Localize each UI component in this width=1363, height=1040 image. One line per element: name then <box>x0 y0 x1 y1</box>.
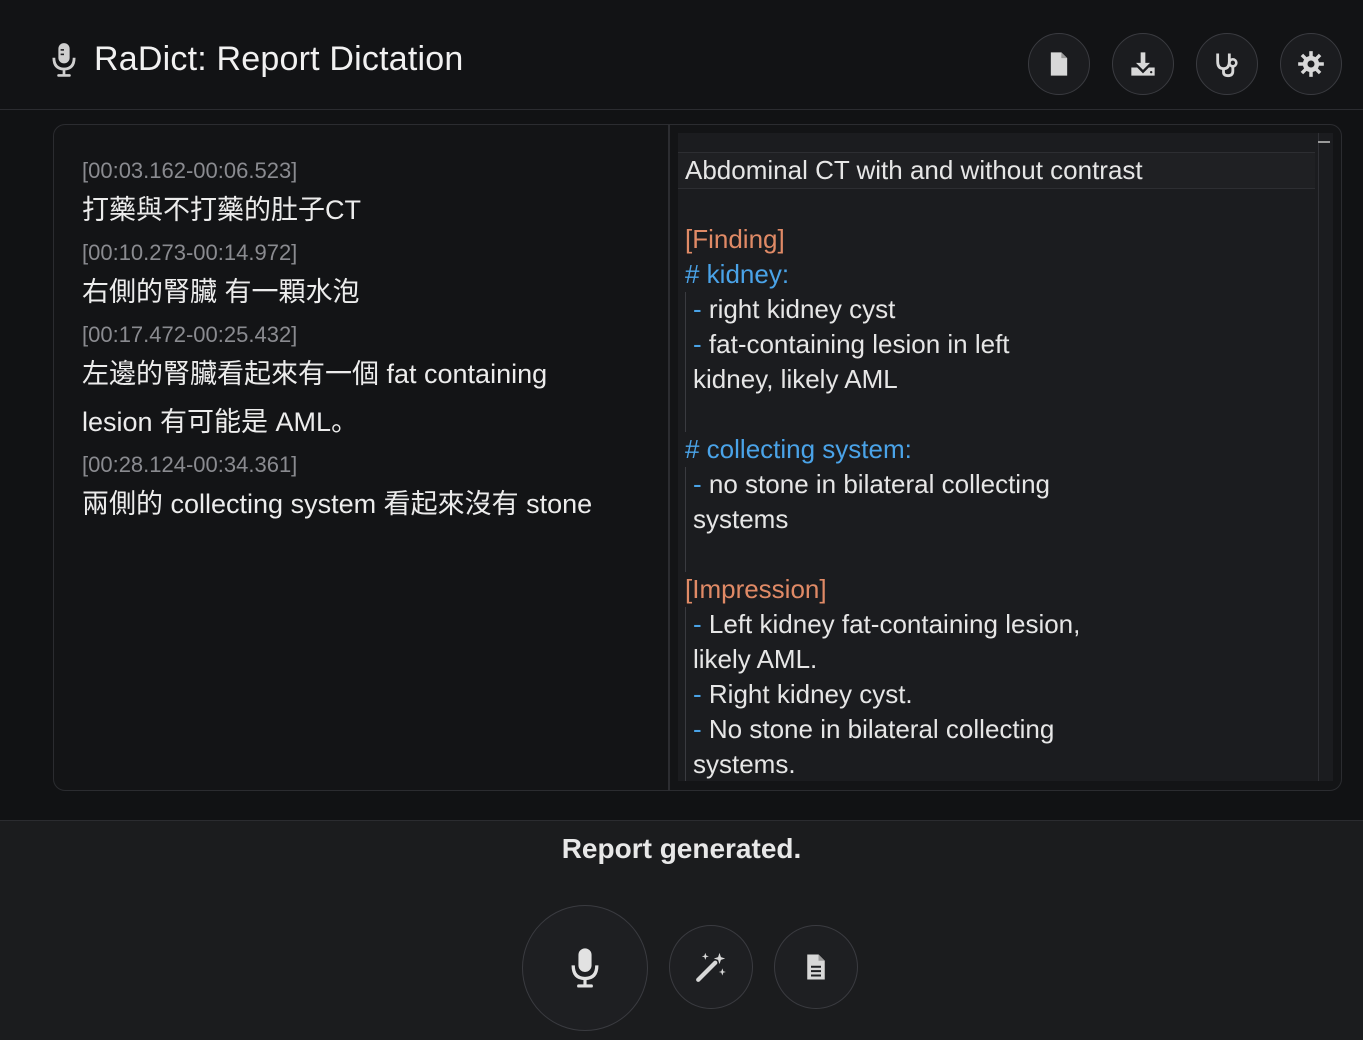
report-list-item[interactable]: - No stone in bilateral collecting <box>693 712 1054 747</box>
transcript-text: 兩側的 collecting system 看起來沒有 stone <box>82 489 593 519</box>
stethoscope-icon <box>1216 53 1238 78</box>
settings-button[interactable] <box>1280 33 1342 95</box>
report-list-item-continued[interactable]: systems <box>693 502 788 537</box>
report-button[interactable] <box>774 925 858 1009</box>
report-list-item-continued[interactable]: likely AML. <box>693 642 817 677</box>
report-list-item-continued[interactable]: systems. <box>693 747 796 781</box>
status-text: Report generated. <box>561 833 802 864</box>
report-list-item[interactable]: - fat-containing lesion in left <box>693 327 1010 362</box>
document-icon <box>1050 52 1068 76</box>
pane-divider[interactable] <box>668 124 670 791</box>
transcript-text-continued: lesion 有可能是 AML。 <box>82 407 359 437</box>
transcript-timestamp: [00:10.273-00:14.972] <box>82 240 298 265</box>
impression-heading[interactable]: [Impression] <box>685 572 827 607</box>
stethoscope-button[interactable] <box>1196 33 1258 95</box>
report-editor[interactable]: Abdominal CT with and without contrast [… <box>678 133 1333 781</box>
transcript-timestamp: [00:28.124-00:34.361] <box>82 452 298 477</box>
download-button[interactable] <box>1112 33 1174 95</box>
magic-wand-icon <box>696 952 726 982</box>
finding-heading[interactable]: [Finding] <box>685 222 785 257</box>
report-list-item[interactable]: - Left kidney fat-containing lesion, <box>693 607 1080 642</box>
page-title: RaDict: Report Dictation <box>94 40 464 78</box>
generate-button[interactable] <box>669 925 753 1009</box>
transcript-timestamp: [00:03.162-00:06.523] <box>82 158 298 183</box>
report-list-item[interactable]: - no stone in bilateral collecting <box>693 467 1050 502</box>
download-icon <box>1131 52 1155 76</box>
microphone-icon <box>52 42 76 77</box>
microphone-icon <box>571 948 599 988</box>
record-button[interactable] <box>522 905 648 1031</box>
app-header: RaDict: Report Dictation <box>0 0 1363 110</box>
transcript-timestamp: [00:17.472-00:25.432] <box>82 322 298 347</box>
settings-icon <box>1298 51 1324 77</box>
report-list-item[interactable]: - Right kidney cyst. <box>693 677 913 712</box>
scrollbar-thumb[interactable] <box>1318 141 1330 143</box>
report-icon <box>807 954 825 980</box>
report-list-item-continued[interactable]: kidney, likely AML <box>693 362 898 397</box>
title-area: RaDict: Report Dictation <box>50 40 464 79</box>
indent-guide <box>685 607 686 781</box>
report-exam-line[interactable]: Abdominal CT with and without contrast <box>678 152 1315 189</box>
new-document-button[interactable] <box>1028 33 1090 95</box>
transcript-text: 左邊的腎臟看起來有一個 fat containing <box>82 359 548 389</box>
collecting-system-heading[interactable]: # collecting system: <box>685 432 912 467</box>
report-list-item[interactable]: - right kidney cyst <box>693 292 895 327</box>
transcript-text: 打藥與不打藥的肚子CT <box>82 195 361 225</box>
transcript-text: 右側的腎臟 有一顆水泡 <box>82 277 360 307</box>
kidney-heading[interactable]: # kidney: <box>685 257 789 292</box>
indent-guide <box>685 292 686 432</box>
indent-guide <box>685 467 686 572</box>
editor-scrollbar[interactable] <box>1318 133 1333 781</box>
transcript-pane: [00:03.162-00:06.523] 打藥與不打藥的肚子CT [00:10… <box>82 156 657 532</box>
